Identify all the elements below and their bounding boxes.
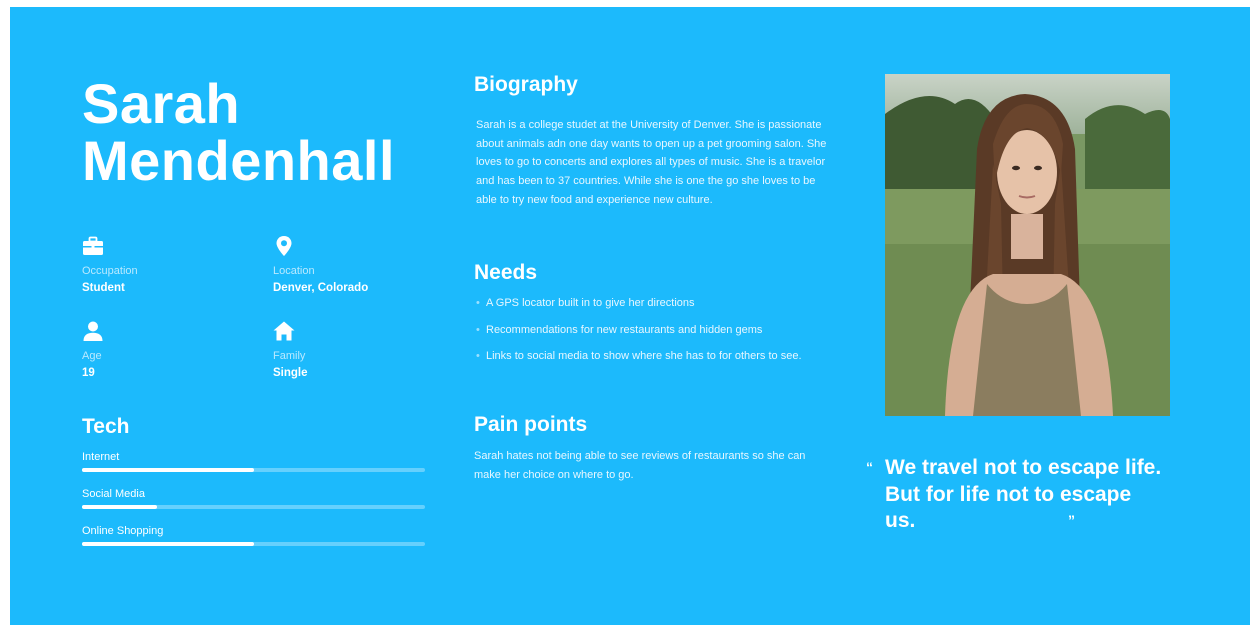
need-item: • A GPS locator built in to give her dire… (476, 294, 821, 313)
pain-points-heading: Pain points (474, 413, 588, 436)
biography-heading: Biography (474, 73, 578, 96)
bullet-icon: • (476, 297, 480, 309)
occupation-label: Occupation (82, 265, 138, 277)
briefcase-icon (83, 236, 103, 255)
home-icon (273, 321, 295, 341)
tech-label: Internet (82, 451, 120, 463)
location-pin-icon (276, 236, 292, 256)
last-name: Mendenhall (82, 129, 396, 192)
quote-open-mark: “ (866, 459, 873, 475)
tech-item-online-shopping: Online Shopping (82, 525, 425, 546)
tech-level-track (82, 505, 425, 509)
bullet-icon: • (476, 323, 480, 336)
first-name: Sarah (82, 72, 241, 135)
tech-level-fill (82, 542, 254, 546)
tech-heading: Tech (82, 415, 130, 438)
persona-photo (885, 74, 1170, 416)
attribute-age: Age 19 (82, 320, 252, 379)
need-text: A GPS locator built in to give her direc… (486, 297, 695, 309)
need-text: Links to social media to show where she … (486, 350, 802, 362)
tech-label: Online Shopping (82, 525, 164, 537)
family-label: Family (273, 350, 306, 362)
biography-text: Sarah is a college studet at the Univers… (476, 119, 827, 206)
tech-level-fill (82, 505, 158, 509)
attribute-location: Location Denver, Colorado (273, 235, 443, 294)
need-text: Recommendations for new restaurants and … (486, 323, 763, 336)
attribute-family: Family Single (273, 320, 443, 379)
bullet-icon: • (476, 350, 480, 362)
age-value: 19 (82, 367, 95, 379)
needs-list: • A GPS locator built in to give her dire… (476, 294, 821, 374)
location-value: Denver, Colorado (273, 282, 369, 294)
tech-label: Social Media (82, 488, 145, 500)
needs-heading: Needs (474, 261, 538, 284)
tech-item-internet: Internet (82, 451, 425, 472)
tech-level-track (82, 542, 425, 546)
attribute-occupation: Occupation Student (82, 235, 252, 294)
tech-level-track (82, 468, 425, 472)
tech-level-fill (82, 468, 254, 472)
portrait-illustration (885, 74, 1170, 416)
need-item: • Links to social media to show where she… (476, 347, 821, 366)
location-label: Location (273, 265, 315, 277)
occupation-value: Student (82, 282, 125, 294)
persona-name: Sarah Mendenhall (82, 75, 442, 189)
person-icon (83, 321, 103, 341)
pain-points-text: Sarah hates not being able to see review… (474, 450, 806, 481)
quote-close-mark: ” (1068, 512, 1075, 528)
tech-item-social-media: Social Media (82, 488, 425, 509)
persona-quote: We travel not to escape life. But for li… (885, 456, 1162, 532)
family-value: Single (273, 367, 308, 379)
age-label: Age (82, 350, 102, 362)
need-item: • Recommendations for new restaurants and… (476, 321, 821, 340)
persona-card: Sarah Mendenhall Occupation Student Loca… (10, 7, 1250, 625)
